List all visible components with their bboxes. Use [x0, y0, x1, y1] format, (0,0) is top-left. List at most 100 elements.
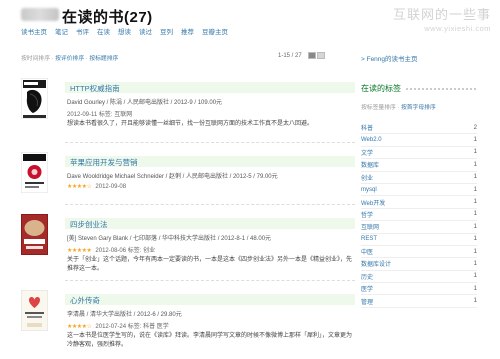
book-date-tags: ★★★★☆ 2012-07-24 标签: 科普 医学	[67, 321, 169, 330]
book-date: 2012-07-24 标签: 科普 医学	[95, 324, 169, 330]
tag-row: 数据库 1	[361, 159, 477, 172]
header: 在读的书(27) 互联网的一些事 www.yixieshi.com	[21, 4, 491, 33]
nav-doulist[interactable]: 豆列	[160, 26, 173, 36]
tag-row: 哲学 1	[361, 209, 477, 222]
tag-link[interactable]: 互联网	[361, 222, 379, 231]
sort-by-time: 按时间排序	[21, 56, 50, 62]
book-comment: 这一本书是位医学生写的，说在《读库》拜读。李清晨同学写文章的时候不像微博上那样「…	[67, 333, 353, 348]
reading-home-link[interactable]: > Fenng的读书主页	[361, 53, 418, 63]
tag-row: REST 1	[361, 234, 477, 246]
tag-count: 1	[473, 285, 477, 292]
watermark: 互联网的一些事 www.yixieshi.com	[393, 4, 491, 33]
tag-row: 数据库设计 1	[361, 258, 477, 271]
tags-sort-by-count: 按标签量排序	[361, 105, 396, 111]
book-title-bar: 心外传奇	[65, 294, 355, 305]
tag-row: Web开发 1	[361, 196, 477, 209]
book-title-link[interactable]: 四步创业法	[70, 219, 108, 230]
book-cover-apple[interactable]	[21, 152, 48, 193]
tag-link[interactable]: Web2.0	[361, 137, 382, 143]
tag-link[interactable]: Web开发	[361, 198, 385, 207]
nav-wish[interactable]: 想读	[118, 26, 131, 36]
nav-douban-home[interactable]: 豆瓣主页	[202, 26, 228, 36]
page-title: 在读的书(27)	[62, 9, 153, 26]
book-comment: 关于「创业」这个话题，今年有两本一定要读的书，一本是这本《四步创业法》另外一本是…	[67, 257, 353, 272]
tag-link[interactable]: 科普	[361, 123, 373, 132]
nav-bar: 读书主页 笔记 书评 在读 想读 读过 豆列 推荐 豆瓣主页	[21, 26, 228, 36]
tag-count: 1	[473, 186, 477, 193]
tags-sort-alpha-link[interactable]: 按首字母排序	[401, 105, 436, 111]
book-date-tags: ★★★★☆ 2012-09-08	[67, 183, 126, 190]
book-comment: 想读本书看很久了，开且能够读懂一丝细节，找一份互联网方面的技术工作真不是太八回避…	[67, 121, 314, 127]
blurred-username	[21, 8, 59, 21]
grid-view-button[interactable]	[316, 52, 325, 59]
tag-row: 文学 1	[361, 147, 477, 160]
tag-link[interactable]: 文学	[361, 148, 373, 157]
tag-link[interactable]: REST	[361, 236, 377, 242]
tag-count: 1	[473, 211, 477, 218]
pager: 1-15 / 27	[278, 52, 325, 59]
nav-reading[interactable]: 在读	[97, 26, 110, 36]
book-meta: Dave Wooldridge Michael Schneider / 赵俐 /…	[67, 174, 278, 180]
tag-row: mysql 1	[361, 184, 477, 197]
nav-reading-home[interactable]: 读书主页	[21, 26, 47, 36]
nav-reviews[interactable]: 书评	[76, 26, 89, 36]
divider	[65, 280, 355, 281]
list-view-button[interactable]	[307, 52, 316, 59]
tags-heading: 在读的标签	[361, 84, 401, 93]
book-date: 2012-09-08	[95, 184, 127, 190]
book-title-link[interactable]: 苹果应用开发与营销	[70, 157, 138, 168]
tag-count: 1	[473, 248, 477, 255]
tag-link[interactable]: 历史	[361, 272, 373, 281]
tag-link[interactable]: mysql	[361, 187, 377, 193]
tag-row: 医学 1	[361, 283, 477, 296]
tag-link[interactable]: 中医	[361, 247, 373, 256]
tag-count: 1	[473, 260, 477, 267]
heading-dots	[406, 88, 476, 90]
book-title-bar: HTTP权威指南	[65, 82, 355, 93]
book-meta: [美] Steven Gary Blank / 七印部落 / 华中科技大学出版社…	[67, 236, 272, 242]
tag-count: 1	[473, 223, 477, 230]
watermark-text: 互联网的一些事	[392, 7, 491, 22]
tag-count: 1	[473, 137, 477, 144]
divider	[65, 142, 355, 143]
book-meta: David Gourley / 陈涓 / 人民邮电出版社 / 2012-9 / …	[67, 100, 223, 106]
book-cover-heart[interactable]	[21, 290, 48, 331]
tag-count: 1	[473, 199, 477, 206]
tag-count: 1	[473, 236, 477, 243]
tag-row: 互联网 1	[361, 221, 477, 234]
tags-sort-bar: 按标签量排序 · 按首字母排序	[361, 102, 436, 111]
watermark-url: www.yixieshi.com	[424, 24, 491, 33]
tag-count: 2	[473, 124, 477, 131]
tag-link[interactable]: 哲学	[361, 210, 373, 219]
nav-read[interactable]: 读过	[139, 26, 152, 36]
rating-stars: ★★★★☆	[67, 184, 92, 190]
book-title-bar: 四步创业法	[65, 218, 355, 229]
tag-count: 1	[473, 174, 477, 181]
tag-link[interactable]: 创业	[361, 173, 373, 182]
nav-notes[interactable]: 笔记	[55, 26, 68, 36]
tag-count: 1	[473, 298, 477, 305]
nav-recommend[interactable]: 推荐	[181, 26, 194, 36]
tags-list: 科普 2 Web2.0 1 文学 1 数据库 1 创业 1 mysql 1 Web开发 1 哲学 1 互联网 1 R…	[361, 122, 477, 308]
book-cover-startup[interactable]	[21, 214, 48, 255]
page-range: 1-15 / 27	[278, 52, 302, 59]
tag-row: 管理 1	[361, 295, 477, 308]
book-cover-http[interactable]	[21, 78, 48, 119]
tag-row: Web2.0 1	[361, 134, 477, 147]
book-date-tags: ★★★★★ 2012-08-06 标签: 创业	[67, 245, 155, 254]
tag-link[interactable]: 数据库	[361, 160, 379, 169]
sort-by-title-link[interactable]: 按标题排序	[89, 56, 118, 62]
sort-by-rating-link[interactable]: 按评价排序	[55, 56, 84, 62]
book-title-link[interactable]: HTTP权威指南	[70, 83, 120, 94]
view-toggle	[307, 52, 325, 59]
tag-link[interactable]: 医学	[361, 284, 373, 293]
book-title-link[interactable]: 心外传奇	[70, 295, 100, 306]
tag-link[interactable]: 数据库设计	[361, 259, 391, 268]
tag-row: 创业 1	[361, 172, 477, 184]
rating-stars: ★★★★☆	[67, 324, 92, 330]
tag-row: 科普 2	[361, 122, 477, 135]
tag-count: 1	[473, 149, 477, 156]
book-date-tags: 2012-09-11 标签: 互联网	[67, 112, 133, 118]
tag-row: 历史 1	[361, 271, 477, 284]
tag-link[interactable]: 管理	[361, 297, 373, 306]
